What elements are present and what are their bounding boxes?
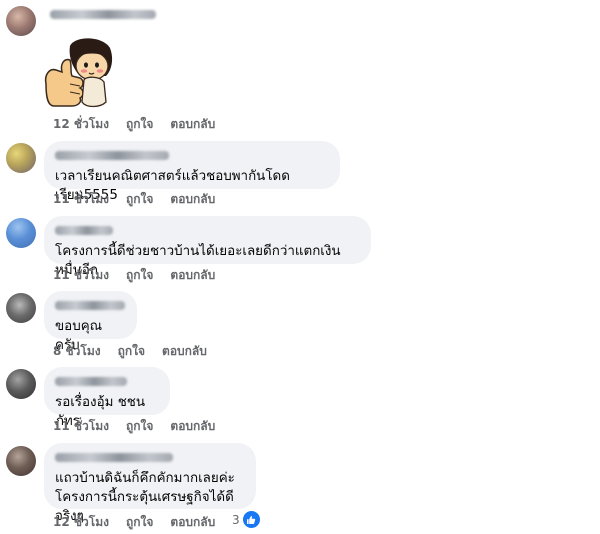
reply-button[interactable]: ตอบกลับ <box>170 266 215 285</box>
author-name[interactable] <box>50 10 156 19</box>
reaction-count: 3 <box>232 512 240 527</box>
avatar[interactable] <box>6 218 36 248</box>
avatar[interactable] <box>6 446 36 476</box>
author-name[interactable] <box>55 377 127 386</box>
avatar[interactable] <box>6 293 36 323</box>
timestamp[interactable]: 11 ชั่วโมง <box>53 417 109 436</box>
comment-meta: 11 ชั่วโมง ถูกใจ ตอบกลับ <box>53 417 215 436</box>
timestamp[interactable]: 12 ชั่วโมง <box>53 115 109 134</box>
author-name[interactable] <box>55 301 125 310</box>
comment-bubble: โครงการนี้ดีช่วยชาวบ้านได้เยอะเลยดีกว่าแ… <box>44 216 371 278</box>
reply-button[interactable]: ตอบกลับ <box>162 342 207 361</box>
reply-button[interactable]: ตอบกลับ <box>170 417 215 436</box>
like-button[interactable]: ถูกใจ <box>118 342 145 361</box>
like-button[interactable]: ถูกใจ <box>126 266 153 285</box>
like-button[interactable]: ถูกใจ <box>126 417 153 436</box>
sticker-image[interactable] <box>40 36 116 112</box>
author-name[interactable] <box>55 226 113 235</box>
timestamp[interactable]: 8 ชั่วโมง <box>53 342 101 361</box>
reply-button[interactable]: ตอบกลับ <box>170 115 215 134</box>
comment-bubble: เวลาเรียนคณิตศาสตร์แล้วชอบพากันโดดเรียน5… <box>44 141 340 203</box>
comment-bubble: ขอบคุณครับ <box>44 291 137 353</box>
like-button[interactable]: ถูกใจ <box>126 513 153 532</box>
timestamp[interactable]: 12 ชั่วโมง <box>53 513 109 532</box>
like-button[interactable]: ถูกใจ <box>126 190 153 209</box>
avatar[interactable] <box>6 369 36 399</box>
comment-thread: 12 ชั่วโมง ถูกใจ ตอบกลับ เวลาเรียนคณิตศา… <box>0 0 600 534</box>
reaction-summary[interactable]: 3 <box>232 510 261 529</box>
reply-button[interactable]: ตอบกลับ <box>170 190 215 209</box>
avatar[interactable] <box>6 6 36 36</box>
timestamp[interactable]: 11 ชั่วโมง <box>53 190 109 209</box>
comment-meta: 11 ชั่วโมง ถูกใจ ตอบกลับ <box>53 190 215 209</box>
author-name[interactable] <box>55 453 173 462</box>
like-button[interactable]: ถูกใจ <box>126 115 153 134</box>
author-name[interactable] <box>55 151 169 160</box>
reply-button[interactable]: ตอบกลับ <box>170 513 215 532</box>
comment-meta: 12 ชั่วโมง ถูกใจ ตอบกลับ <box>53 115 215 134</box>
comment-bubble: รอเรื่องอุ้ม ชชนภัทร <box>44 367 170 429</box>
comment-bubble: แถวบ้านดิฉันก็คึกคักมากเลยค่ะ โครงการนี้… <box>44 443 256 524</box>
avatar[interactable] <box>6 143 36 173</box>
comment-meta: 11 ชั่วโมง ถูกใจ ตอบกลับ <box>53 266 215 285</box>
comment-meta: 12 ชั่วโมง ถูกใจ ตอบกลับ <box>53 513 215 532</box>
timestamp[interactable]: 11 ชั่วโมง <box>53 266 109 285</box>
comment-meta: 8 ชั่วโมง ถูกใจ ตอบกลับ <box>53 342 207 361</box>
thumbs-up-icon <box>241 510 261 529</box>
